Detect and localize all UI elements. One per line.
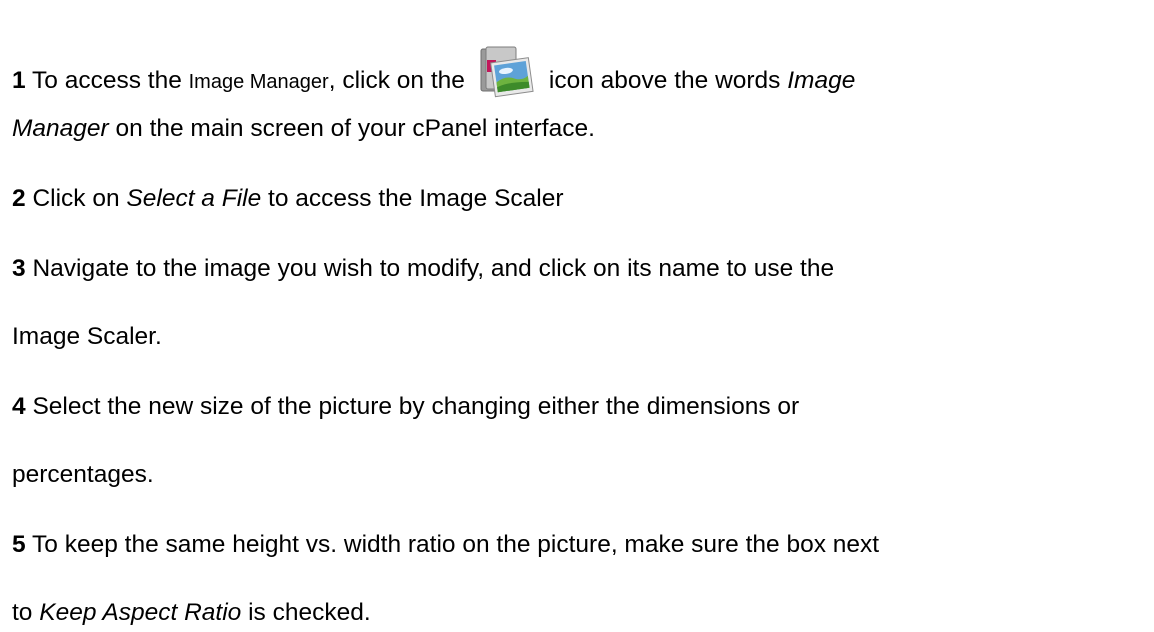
step-text: Image Manager [188, 71, 329, 93]
step-1: 1 To access the Image Manager, click on … [12, 46, 855, 104]
step-3-continued: Image Scaler. [12, 322, 162, 352]
step-text: Click on [32, 185, 127, 212]
step-text: to access the Image Scaler [261, 185, 564, 212]
step-text: To keep the same height vs. width ratio … [32, 531, 880, 558]
step-text: Select a File [126, 185, 262, 212]
step-2: 2 Click on Select a File to access the I… [12, 184, 564, 214]
step-1-continued: Manager on the main screen of your cPane… [12, 114, 595, 144]
step-4-continued: percentages. [12, 460, 154, 490]
step-text: percentages. [12, 461, 154, 488]
step-text: Image Scaler. [12, 323, 162, 350]
step-text: on the main screen of your cPanel interf… [108, 115, 595, 142]
step-text: Navigate to the image you wish to modify… [32, 255, 835, 282]
step-number: 2 [12, 185, 26, 212]
step-number: 4 [12, 393, 26, 420]
step-text: , click on the [328, 67, 465, 94]
step-text: is checked. [241, 599, 371, 626]
step-number: 3 [12, 255, 26, 282]
step-5-continued: to Keep Aspect Ratio is checked. [12, 598, 371, 628]
step-text: Image [787, 67, 856, 94]
step-number: 1 [12, 67, 26, 94]
step-number: 5 [12, 531, 26, 558]
step-text: Keep Aspect Ratio [39, 599, 242, 626]
step-3: 3 Navigate to the image you wish to modi… [12, 254, 834, 284]
step-text: Manager [12, 115, 109, 142]
step-text: To access the [32, 67, 189, 94]
step-text: to [12, 599, 40, 626]
step-text: Select the new size of the picture by ch… [32, 393, 800, 420]
step-5: 5 To keep the same height vs. width rati… [12, 530, 879, 560]
step-text: icon above the words [548, 67, 788, 94]
image-manager-icon [477, 46, 535, 104]
step-4: 4 Select the new size of the picture by … [12, 392, 799, 422]
